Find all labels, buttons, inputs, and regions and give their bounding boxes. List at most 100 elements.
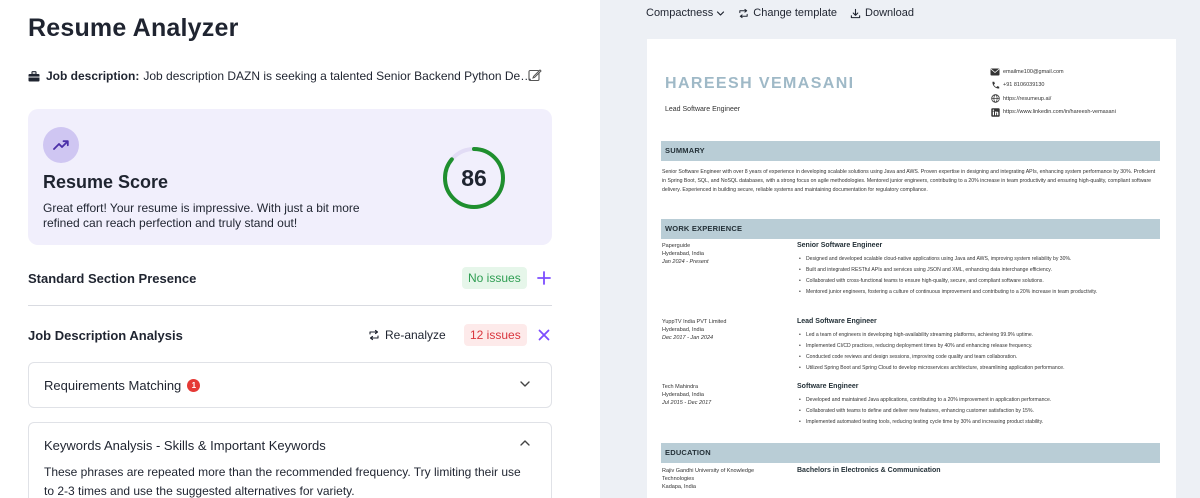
- section-divider: [28, 305, 552, 306]
- job-meta: Paperguide Hyderabad, India Jan 2024 - P…: [662, 242, 787, 266]
- analyzer-panel: Resume Analyzer Job description: Job des…: [0, 0, 600, 498]
- job-bullet: Mentored junior engineers, fostering a c…: [797, 289, 1159, 297]
- education-meta: Rajiv Gandhi University of Knowledge Tec…: [662, 467, 787, 491]
- reanalyze-label: Re-analyze: [385, 328, 446, 342]
- requirements-title: Requirements Matching: [44, 378, 182, 393]
- education-degree: Bachelors in Electronics & Communication: [797, 467, 941, 474]
- notification-count-badge: 1: [187, 379, 201, 392]
- edit-icon[interactable]: [528, 68, 542, 82]
- score-icon-badge: [43, 127, 79, 163]
- jd-analysis-title: Job Description Analysis: [28, 327, 183, 343]
- job-bullets: Led a team of engineers in developing hi…: [797, 332, 1159, 373]
- job-company: Paperguide: [662, 243, 691, 249]
- section-divider: [661, 160, 1160, 161]
- job-details: Lead Software Engineer Led a team of eng…: [797, 318, 1159, 376]
- chevron-down-icon[interactable]: [519, 378, 531, 390]
- job-title: Software Engineer: [797, 383, 859, 390]
- job-bullet: Conducted code reviews and design sessio…: [797, 354, 1159, 362]
- contact-linkedin: https://www.linkedin.com/in/hareesh-vema…: [990, 106, 1116, 120]
- job-bullets: Designed and developed scalable cloud-na…: [797, 256, 1159, 297]
- job-bullet: Designed and developed scalable cloud-na…: [797, 256, 1159, 264]
- reanalyze-button[interactable]: Re-analyze: [368, 328, 446, 342]
- contact-email: emailme100@gmail.com: [990, 65, 1116, 79]
- job-company: Tech Mahindra: [662, 384, 699, 390]
- contact-phone: +91 8106039130: [990, 79, 1116, 93]
- candidate-name: HAREESH VEMASANI: [665, 75, 855, 92]
- education-institution: Rajiv Gandhi University of Knowledge Tec…: [662, 468, 755, 482]
- preview-toolbar: Compactness Change template Download: [646, 4, 927, 22]
- requirements-header: Requirements Matching 1: [44, 378, 201, 393]
- download-button[interactable]: Download: [850, 7, 914, 19]
- contact-website: https://resumeup.ai/: [990, 92, 1116, 106]
- standard-section-title: Standard Section Presence: [28, 270, 197, 286]
- page-title: Resume Analyzer: [28, 14, 239, 42]
- trending-up-icon: [53, 140, 69, 150]
- contact-phone-text: +91 8106039130: [1003, 82, 1045, 89]
- compactness-dropdown[interactable]: Compactness: [646, 7, 725, 19]
- education-location: Kadapa, India: [662, 484, 696, 490]
- job-title: Lead Software Engineer: [797, 318, 877, 325]
- requirements-accordion[interactable]: Requirements Matching 1: [28, 362, 552, 408]
- job-meta: YuppTV India PVT Limited Hyderabad, Indi…: [662, 318, 787, 342]
- job-dates: Dec 2017 - Jan 2024: [662, 335, 714, 341]
- job-title: Senior Software Engineer: [797, 242, 883, 249]
- job-location: Hyderabad, India: [662, 392, 704, 398]
- keywords-header: Keywords Analysis - Skills & Important K…: [44, 438, 326, 453]
- plus-icon[interactable]: [536, 270, 552, 286]
- download-icon: [850, 8, 861, 18]
- close-icon[interactable]: [537, 328, 551, 342]
- job-company: YuppTV India PVT Limited: [662, 319, 727, 325]
- education-heading: EDUCATION: [661, 443, 1160, 462]
- job-location: Hyderabad, India: [662, 327, 704, 333]
- work-experience-heading: WORK EXPERIENCE: [661, 219, 1160, 238]
- contact-website-text: https://resumeup.ai/: [1003, 95, 1052, 102]
- job-description-label: Job description:: [46, 69, 140, 83]
- section-divider: [661, 462, 1160, 463]
- resume-score-value: 86: [461, 164, 487, 191]
- swap-icon: [739, 8, 748, 18]
- resume-score-card: Resume Score Great effort! Your resume i…: [28, 109, 552, 245]
- download-label: Download: [865, 7, 914, 19]
- job-details: Senior Software Engineer Designed and de…: [797, 242, 1159, 300]
- globe-icon: [990, 94, 1000, 103]
- job-description-row: Job description: Job description DAZN is…: [28, 67, 548, 85]
- contact-email-text: emailme100@gmail.com: [1003, 68, 1064, 75]
- issues-badge: 12 issues: [464, 324, 527, 346]
- resume-score-description: Great effort! Your resume is impressive.…: [43, 201, 360, 230]
- change-template-button[interactable]: Change template: [738, 7, 837, 19]
- contact-list: emailme100@gmail.com +91 8106039130 http…: [990, 65, 1116, 119]
- change-template-label: Change template: [753, 7, 838, 19]
- job-bullet: Implemented CI/CD practices, reducing de…: [797, 343, 1159, 351]
- summary-heading: SUMMARY: [661, 141, 1160, 160]
- section-divider: [661, 238, 1160, 239]
- keywords-title: Keywords Analysis - Skills & Important K…: [44, 438, 326, 453]
- job-dates: Jan 2024 - Present: [662, 259, 709, 265]
- summary-text: Senior Software Engineer with over 8 yea…: [662, 169, 1156, 193]
- jd-analysis-row[interactable]: Job Description Analysis Re-analyze 12 i…: [28, 320, 552, 350]
- linkedin-icon: [990, 108, 1000, 117]
- job-meta: Tech Mahindra Hyderabad, India Jul 2015 …: [662, 383, 787, 407]
- chevron-up-icon[interactable]: [519, 437, 531, 449]
- keywords-accordion[interactable]: Keywords Analysis - Skills & Important K…: [28, 422, 552, 498]
- job-bullet: Implemented automated testing tools, red…: [797, 419, 1159, 427]
- job-bullet: Collaborated with teams to define and de…: [797, 408, 1159, 416]
- job-bullets: Developed and maintained Java applicatio…: [797, 397, 1159, 427]
- resume-document: HAREESH VEMASANI Lead Software Engineer …: [647, 39, 1176, 498]
- candidate-role: Lead Software Engineer: [665, 106, 741, 113]
- job-bullet: Built and integrated RESTful APIs and se…: [797, 267, 1159, 275]
- job-description-text: Job description DAZN is seeking a talent…: [143, 69, 533, 83]
- keywords-description: These phrases are repeated more than the…: [44, 465, 521, 498]
- job-bullet: Developed and maintained Java applicatio…: [797, 397, 1159, 405]
- phone-icon: [990, 81, 1000, 89]
- contact-linkedin-text: https://www.linkedin.com/in/hareesh-vema…: [1003, 109, 1116, 116]
- job-location: Hyderabad, India: [662, 251, 704, 257]
- briefcase-icon: [28, 70, 40, 81]
- job-details: Software Engineer Developed and maintain…: [797, 383, 1159, 430]
- compactness-label: Compactness: [646, 7, 714, 19]
- refresh-icon: [369, 329, 379, 341]
- chevron-down-icon: [717, 10, 725, 16]
- education-details: Bachelors in Electronics & Communication: [797, 467, 1159, 481]
- job-bullet: Utilized Spring Boot and Spring Cloud to…: [797, 365, 1159, 373]
- standard-section-row[interactable]: Standard Section Presence No issues: [28, 263, 552, 293]
- job-dates: Jul 2015 - Dec 2017: [662, 400, 712, 406]
